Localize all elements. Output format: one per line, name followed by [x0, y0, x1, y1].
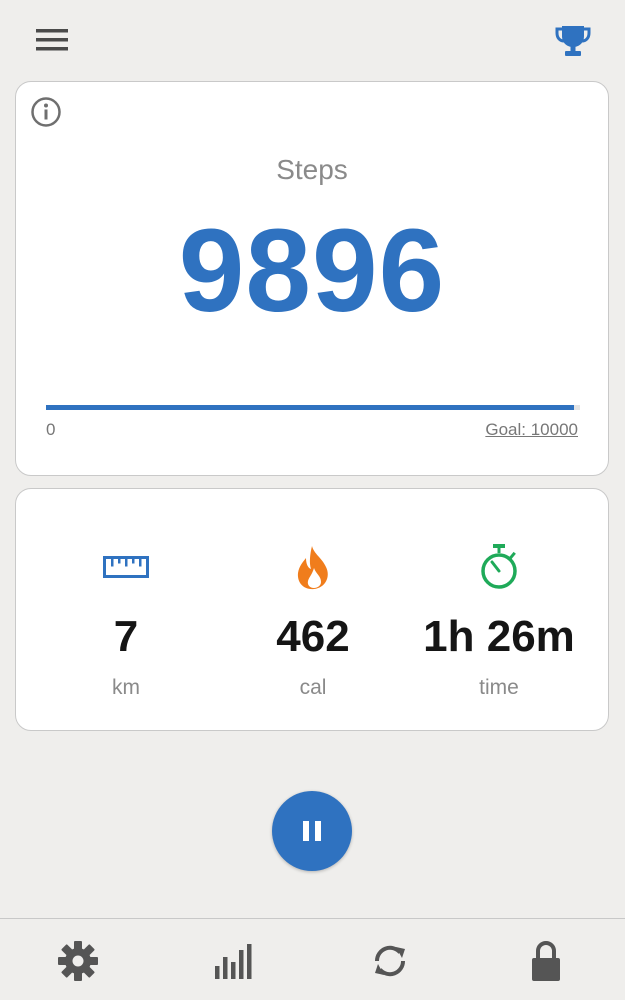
calories-stat: 462 cal [213, 541, 413, 700]
steps-progress-bar [46, 405, 580, 410]
bar-chart-icon [215, 944, 252, 979]
steps-label: Steps [276, 154, 348, 185]
achievements-button[interactable] [552, 20, 594, 62]
stopwatch-icon [481, 544, 517, 589]
distance-value: 7 [113, 612, 139, 661]
progress-min-label: 0 [46, 420, 56, 439]
info-button[interactable] [30, 96, 62, 128]
hamburger-menu-icon [36, 29, 68, 51]
stats-card: 7 km 462 cal 1h 26m time [15, 488, 609, 731]
bottom-nav [0, 918, 625, 1000]
distance-unit: km [112, 676, 140, 699]
trophy-icon [555, 26, 591, 56]
nav-statistics[interactable] [210, 937, 258, 985]
time-stat: 1h 26m time [399, 541, 599, 700]
steps-card: Steps 9896 0 Goal: 10000 [15, 81, 609, 476]
goal-link[interactable]: Goal: 10000 [485, 420, 578, 440]
distance-stat: 7 km [26, 541, 226, 700]
lock-icon [532, 941, 560, 981]
gear-icon [58, 941, 98, 981]
top-bar [0, 0, 625, 80]
flame-icon [297, 546, 328, 590]
pause-icon [303, 821, 321, 841]
refresh-icon [374, 945, 406, 977]
nav-settings[interactable] [54, 937, 102, 985]
time-value: 1h 26m [423, 612, 575, 661]
nav-lock[interactable] [522, 937, 570, 985]
pause-button[interactable] [272, 791, 352, 871]
steps-count: 9896 [178, 205, 446, 337]
time-unit: time [479, 676, 519, 699]
ruler-icon [103, 556, 149, 578]
calories-value: 462 [276, 612, 350, 661]
info-icon [31, 97, 61, 127]
steps-progress-fill [46, 405, 575, 410]
menu-button[interactable] [32, 22, 72, 58]
calories-unit: cal [299, 676, 327, 699]
nav-reset[interactable] [366, 937, 414, 985]
